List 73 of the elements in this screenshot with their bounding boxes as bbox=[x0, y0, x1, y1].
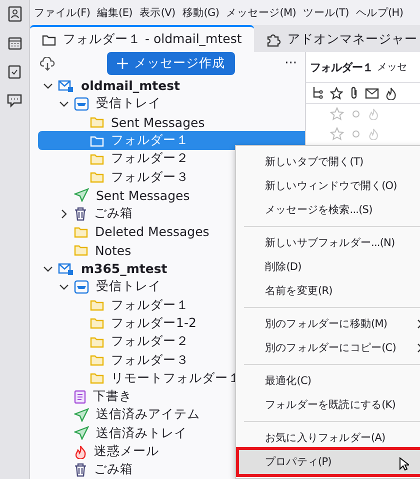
context-menu-item[interactable]: お気に入りフォルダー(A) bbox=[239, 426, 420, 450]
context-menu-item[interactable]: 削除(D) bbox=[239, 255, 420, 279]
folder-icon bbox=[90, 354, 104, 366]
chevron-icon[interactable] bbox=[43, 80, 53, 91]
calendar-icon[interactable] bbox=[8, 36, 22, 50]
menu-item[interactable]: ツール(T) bbox=[303, 6, 349, 20]
clipboard-icon[interactable] bbox=[8, 64, 21, 79]
folder-item[interactable]: Sent Messages bbox=[38, 113, 305, 132]
folder-icon bbox=[74, 244, 88, 256]
star-icon[interactable] bbox=[330, 127, 344, 141]
tab[interactable]: フォルダー１ - oldmail_mtest bbox=[30, 25, 254, 52]
folder-icon bbox=[90, 299, 104, 312]
star-icon[interactable] bbox=[330, 107, 344, 121]
folder-icon bbox=[42, 34, 56, 46]
star-icon[interactable] bbox=[330, 86, 343, 100]
folder-item[interactable]: フォルダー１ bbox=[38, 131, 305, 150]
context-menu-item[interactable]: 最適化(C) bbox=[239, 369, 420, 393]
context-menu-item[interactable]: 新しいウィンドウで開く(O) bbox=[239, 174, 420, 198]
messages-label: メッセ bbox=[377, 61, 407, 74]
chevron-icon[interactable] bbox=[59, 98, 69, 109]
menu-item[interactable]: 表示(V) bbox=[139, 6, 176, 20]
paperclip-icon[interactable] bbox=[349, 86, 359, 100]
folder-icon bbox=[90, 336, 104, 348]
paper-plane-icon bbox=[74, 408, 89, 422]
folder-item[interactable]: oldmail_mtest bbox=[38, 76, 305, 95]
cursor-icon bbox=[399, 457, 409, 471]
context-menu-item[interactable]: メッセージを検索...(S) bbox=[239, 198, 420, 222]
trash-icon bbox=[74, 206, 87, 221]
folder-icon bbox=[90, 152, 104, 165]
context-menu-item[interactable]: 新しいサブフォルダー...(N) bbox=[239, 231, 420, 255]
paper-plane-icon bbox=[74, 426, 89, 440]
puzzle-icon bbox=[266, 32, 281, 47]
mail-account-icon bbox=[58, 262, 74, 276]
flame-icon[interactable] bbox=[385, 86, 397, 100]
chevron-icon[interactable] bbox=[59, 208, 69, 219]
tab[interactable]: アドオンマネージャー bbox=[254, 25, 420, 52]
folder-icon bbox=[90, 134, 104, 146]
folder-icon bbox=[90, 372, 104, 384]
flame-icon bbox=[74, 444, 87, 459]
context-menu-item[interactable]: 新しいタブで開く(T) bbox=[239, 150, 420, 174]
inbox-icon bbox=[74, 96, 89, 111]
paper-plane-icon bbox=[74, 188, 89, 202]
folder-icon bbox=[90, 171, 104, 184]
context-menu-item[interactable]: プロパティ(P) bbox=[239, 450, 420, 474]
mail-account-icon bbox=[58, 78, 74, 93]
menu-item[interactable]: ファイル(F) bbox=[34, 6, 90, 20]
inbox-icon bbox=[74, 280, 89, 294]
menu-item[interactable]: メッセージ(M) bbox=[226, 6, 296, 20]
envelope-icon[interactable] bbox=[365, 87, 379, 99]
chat-icon[interactable] bbox=[7, 93, 22, 108]
folder-icon bbox=[90, 317, 104, 330]
menu-item[interactable]: ヘルプ(H) bbox=[356, 6, 404, 20]
context-menu-item[interactable]: 別のフォルダーに移動(M) bbox=[239, 312, 420, 336]
dot-icon[interactable] bbox=[352, 130, 360, 138]
document-icon bbox=[74, 390, 86, 404]
folder-item[interactable]: 受信トレイ bbox=[38, 94, 305, 114]
folder-icon bbox=[90, 116, 104, 128]
context-menu-item[interactable]: フォルダーを既読にする(K) bbox=[239, 393, 420, 417]
plus-icon bbox=[117, 58, 128, 70]
more-button[interactable]: ··· bbox=[284, 56, 297, 72]
context-menu-item[interactable]: 別のフォルダーにコピー(C) bbox=[239, 336, 420, 360]
trash-icon bbox=[74, 462, 87, 477]
folder-icon bbox=[74, 226, 88, 238]
thread-icon[interactable] bbox=[311, 86, 324, 100]
folder-title: フォルダー１ bbox=[310, 60, 373, 74]
chevron-icon[interactable] bbox=[43, 264, 53, 274]
compose-button[interactable]: メッセージ作成 bbox=[107, 52, 235, 76]
dot-icon[interactable] bbox=[352, 110, 360, 118]
menu-item[interactable]: 編集(E) bbox=[97, 6, 132, 20]
chevron-icon[interactable] bbox=[59, 282, 69, 292]
cloud-download-icon[interactable] bbox=[40, 56, 55, 71]
address-book-icon[interactable] bbox=[8, 6, 22, 22]
menu-item[interactable]: 移動(G) bbox=[182, 6, 220, 20]
